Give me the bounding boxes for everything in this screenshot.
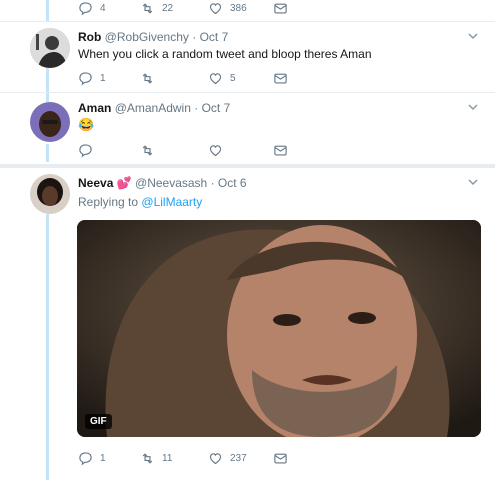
thread-line — [46, 214, 49, 480]
thread-line — [46, 66, 49, 102]
gif-media[interactable]: GIF — [77, 220, 481, 437]
like-button[interactable]: 237 — [208, 451, 247, 466]
display-name[interactable]: Rob — [78, 30, 101, 44]
reply-button[interactable] — [78, 143, 93, 158]
like-button[interactable]: 386 — [208, 1, 247, 16]
reply-icon — [79, 2, 92, 16]
retweet-icon — [142, 453, 153, 464]
tweet-text: When you click a random tweet and bloop … — [78, 47, 372, 61]
divider — [0, 92, 495, 93]
separator-dot: · — [210, 176, 215, 190]
reply-icon — [79, 452, 92, 466]
retweet-icon — [142, 73, 153, 84]
tweet-actions: 4 22 386 — [78, 1, 298, 17]
replying-prefix: Replying to — [78, 195, 139, 209]
avatar-image — [30, 28, 70, 68]
gif-frame-image — [77, 220, 481, 437]
heart-icon — [209, 3, 222, 15]
heart-icon — [209, 145, 222, 157]
thread-line — [46, 144, 49, 162]
reply-count: 1 — [100, 453, 106, 464]
heart-icon — [209, 73, 222, 85]
message-button[interactable] — [273, 451, 288, 466]
heart-icon — [209, 453, 222, 465]
retweet-button[interactable]: 22 — [140, 1, 173, 16]
envelope-icon — [274, 453, 287, 464]
retweet-button[interactable] — [140, 71, 155, 86]
reply-button[interactable]: 4 — [78, 1, 106, 16]
gif-badge: GIF — [85, 414, 112, 429]
tweet-text: 😂 — [78, 117, 95, 132]
retweet-icon — [142, 3, 153, 14]
tweet-header: Aman @AmanAdwin · Oct 7 — [78, 101, 230, 115]
heart-emoji: 💕 — [116, 176, 132, 190]
avatar-image — [30, 174, 70, 214]
chevron-down-icon[interactable] — [467, 175, 479, 193]
username[interactable]: @RobGivenchy — [105, 30, 189, 44]
reply-icon — [79, 72, 92, 86]
reply-count: 4 — [100, 3, 106, 14]
timestamp[interactable]: Oct 7 — [200, 30, 229, 44]
thread-line — [46, 0, 49, 22]
retweet-button[interactable]: 11 — [140, 451, 172, 466]
envelope-icon — [274, 73, 287, 84]
avatar[interactable] — [30, 102, 70, 142]
timestamp[interactable]: Oct 6 — [218, 176, 247, 190]
tweet-actions: 1 11 237 — [78, 451, 298, 467]
username[interactable]: @AmanAdwin — [115, 101, 191, 115]
like-count: 237 — [230, 453, 247, 464]
like-count: 5 — [230, 73, 236, 84]
tweet-actions — [78, 143, 298, 159]
avatar-image — [30, 102, 70, 142]
timestamp[interactable]: Oct 7 — [202, 101, 231, 115]
replying-to-link[interactable]: @LilMaarty — [141, 195, 202, 209]
chevron-down-icon[interactable] — [467, 100, 479, 118]
envelope-icon — [274, 145, 287, 156]
message-button[interactable] — [273, 1, 288, 16]
tweet-actions: 1 5 — [78, 71, 298, 87]
avatar[interactable] — [30, 174, 70, 214]
separator-dot: · — [192, 30, 197, 44]
tweet-header: Rob @RobGivenchy · Oct 7 — [78, 30, 228, 44]
retweet-button[interactable] — [140, 143, 155, 158]
tweet-header: Neeva 💕 @Neevasash · Oct 6 — [78, 176, 247, 190]
username[interactable]: @Neevasash — [135, 176, 207, 190]
reply-count: 1 — [100, 73, 106, 84]
message-button[interactable] — [273, 71, 288, 86]
chevron-down-icon[interactable] — [467, 29, 479, 47]
divider — [0, 21, 495, 22]
retweet-count: 11 — [162, 453, 173, 464]
reply-button[interactable]: 1 — [78, 71, 106, 86]
reply-button[interactable]: 1 — [78, 451, 106, 466]
message-button[interactable] — [273, 143, 288, 158]
display-name[interactable]: Aman — [78, 101, 111, 115]
replying-to: Replying to @LilMaarty — [78, 195, 202, 209]
retweet-icon — [142, 145, 153, 156]
like-button[interactable]: 5 — [208, 71, 236, 86]
retweet-count: 22 — [162, 3, 174, 14]
display-name[interactable]: Neeva — [78, 176, 113, 190]
avatar[interactable] — [30, 28, 70, 68]
separator-dot: · — [194, 101, 199, 115]
divider — [0, 164, 495, 168]
envelope-icon — [274, 3, 287, 14]
reply-icon — [79, 144, 92, 158]
like-button[interactable] — [208, 143, 223, 158]
like-count: 386 — [230, 3, 247, 14]
